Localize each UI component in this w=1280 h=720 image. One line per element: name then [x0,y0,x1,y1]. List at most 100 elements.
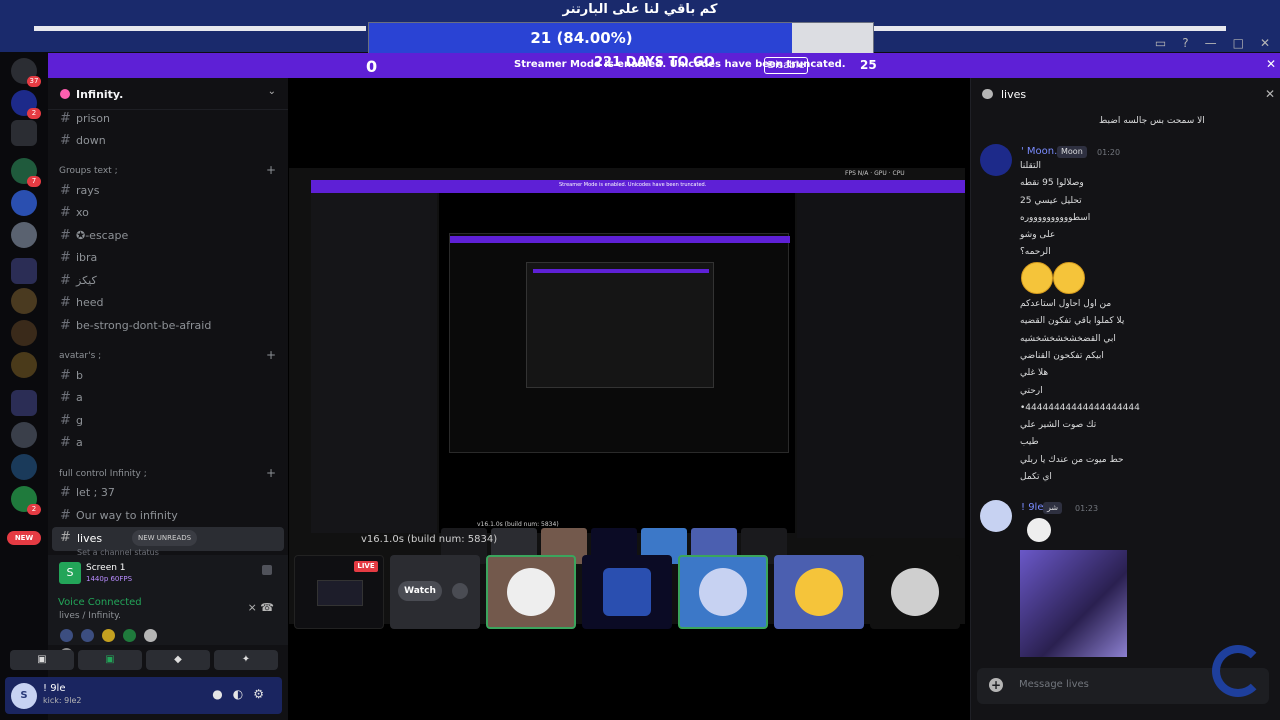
camera-off-button[interactable]: ▣ [10,650,74,670]
folder-icon[interactable] [11,390,37,416]
participant-tile[interactable] [678,555,768,629]
server-icon[interactable] [11,288,37,314]
channel-item[interactable]: # g [60,413,280,433]
nested-banner-3 [533,269,709,273]
close-icon[interactable]: ✕ [1266,57,1276,71]
folder-icon[interactable] [11,258,37,284]
channel-item[interactable]: # xo [60,205,280,225]
avatar[interactable] [123,629,137,642]
channel-item[interactable]: # prison [60,111,280,131]
server-icon[interactable]: 2 [11,90,41,119]
new-unreads-badge[interactable]: NEW UNREADS [132,530,198,546]
message-text: طيب [1020,437,1039,447]
message-image[interactable] [1020,550,1127,657]
maximize-icon[interactable]: □ [1233,36,1244,50]
category-header[interactable]: full control Infinity ; [59,469,147,479]
add-channel-icon[interactable]: + [266,348,276,362]
channel-item[interactable]: # b [60,368,280,388]
hash-icon: # [60,295,71,310]
server-icon[interactable] [11,422,37,448]
avatar[interactable] [102,629,116,642]
avatar[interactable] [980,144,1012,176]
activity-button[interactable]: ◆ [146,650,210,670]
add-channel-icon[interactable]: + [266,163,276,177]
avatar[interactable] [980,500,1012,532]
message-placeholder: Message lives [1019,679,1089,690]
add-channel-icon[interactable]: + [266,466,276,480]
share-screen-button[interactable]: ▣ [78,650,142,670]
inbox-icon[interactable]: ▭ [1155,36,1166,50]
message-author[interactable]: ! 9le [1021,502,1043,513]
username[interactable]: ! 9le [43,683,65,694]
channel-name: g [76,414,83,427]
soundboard-button[interactable]: ✦ [214,650,278,670]
avatar[interactable] [60,629,73,642]
stop-stream-icon[interactable] [262,565,272,575]
avatar[interactable] [144,629,158,642]
channel-item[interactable]: # كيكز [60,273,280,293]
voice-members [60,627,180,661]
message-author[interactable]: ' Moon. [1021,146,1057,157]
channel-name: كيكز [76,274,97,287]
settings-gear-icon[interactable]: ⚙ [253,687,274,701]
server-icon[interactable] [11,352,37,378]
server-icon[interactable] [11,222,37,248]
server-icon[interactable] [11,190,37,216]
camera-icon[interactable] [452,583,468,599]
server-icon[interactable]: 7 [11,158,41,187]
attach-plus-icon[interactable]: + [989,678,1003,692]
disconnect-icon[interactable]: ⨯ ☎ [248,601,274,614]
participant-tile[interactable] [486,555,576,629]
channel-item[interactable]: # a [60,435,280,455]
live-stream-tile[interactable]: LIVE [294,555,384,629]
participant-tile[interactable] [774,555,864,629]
channel-item[interactable]: # a [60,390,280,410]
participant-tile[interactable] [870,555,960,629]
message-text: ابي القضخشخشخشخشيه [1020,334,1116,344]
laughing-emoji-icon [1053,262,1085,294]
channel-item[interactable]: # ibra [60,250,280,270]
participant-tile[interactable] [582,555,672,629]
channel-item[interactable]: # ✪-escape [60,228,280,248]
channel-name: prison [76,112,110,125]
channel-name: ✪-escape [76,229,129,242]
disable-streamer-mode-button[interactable]: Disable [764,57,808,74]
channel-sidebar: Infinity. ⌄ # prison # down Groups text ; … [48,78,288,720]
sticker-image[interactable] [1027,518,1051,542]
message-text: وصلالوا 95 نقطه [1020,178,1084,188]
hash-icon: # [60,111,71,126]
minimize-icon[interactable]: — [1205,36,1217,50]
message-text: تك صوت الشير علي [1020,420,1097,430]
channel-item[interactable]: # let ; 37 [60,485,280,505]
close-icon[interactable]: ✕ [1265,87,1275,101]
server-name: Infinity. [76,88,124,101]
avatar[interactable] [81,629,95,642]
nested-main [439,193,795,533]
watch-button[interactable]: Watch [398,581,442,601]
close-window-icon[interactable]: ✕ [1260,36,1270,50]
avatar[interactable]: S [11,683,37,709]
category-header[interactable]: avatar's ; [59,351,101,361]
channel-item[interactable]: # heed [60,295,280,315]
channel-item[interactable]: # down [60,133,280,153]
help-icon[interactable]: ? [1182,36,1188,50]
server-header[interactable]: Infinity. ⌄ [48,78,288,110]
server-icon[interactable]: 2 [11,486,41,515]
role-tag: شر [1043,502,1063,514]
server-icon[interactable] [11,320,37,346]
hourglass-icon[interactable] [11,120,37,146]
voice-location[interactable]: lives / Infinity. [59,611,121,621]
watch-stream-tile[interactable]: Watch [390,555,480,629]
server-icon[interactable] [11,454,37,480]
chevron-down-icon[interactable]: ⌄ [268,86,276,97]
discord-home-icon[interactable]: 37 [11,58,41,87]
channel-item[interactable]: # be-strong-dont-be-afraid [60,318,280,338]
new-badge[interactable]: NEW [7,531,41,545]
category-header[interactable]: Groups text ; [59,166,118,176]
message-text: من اول احاول استاعدكم [1020,299,1112,309]
headphones-icon[interactable]: ◐ [233,687,253,701]
microphone-icon[interactable]: ● [212,687,232,701]
channel-item[interactable]: # rays [60,183,280,203]
watermark-logo-icon [1212,645,1264,697]
channel-item[interactable]: # Our way to infinity [60,508,280,528]
